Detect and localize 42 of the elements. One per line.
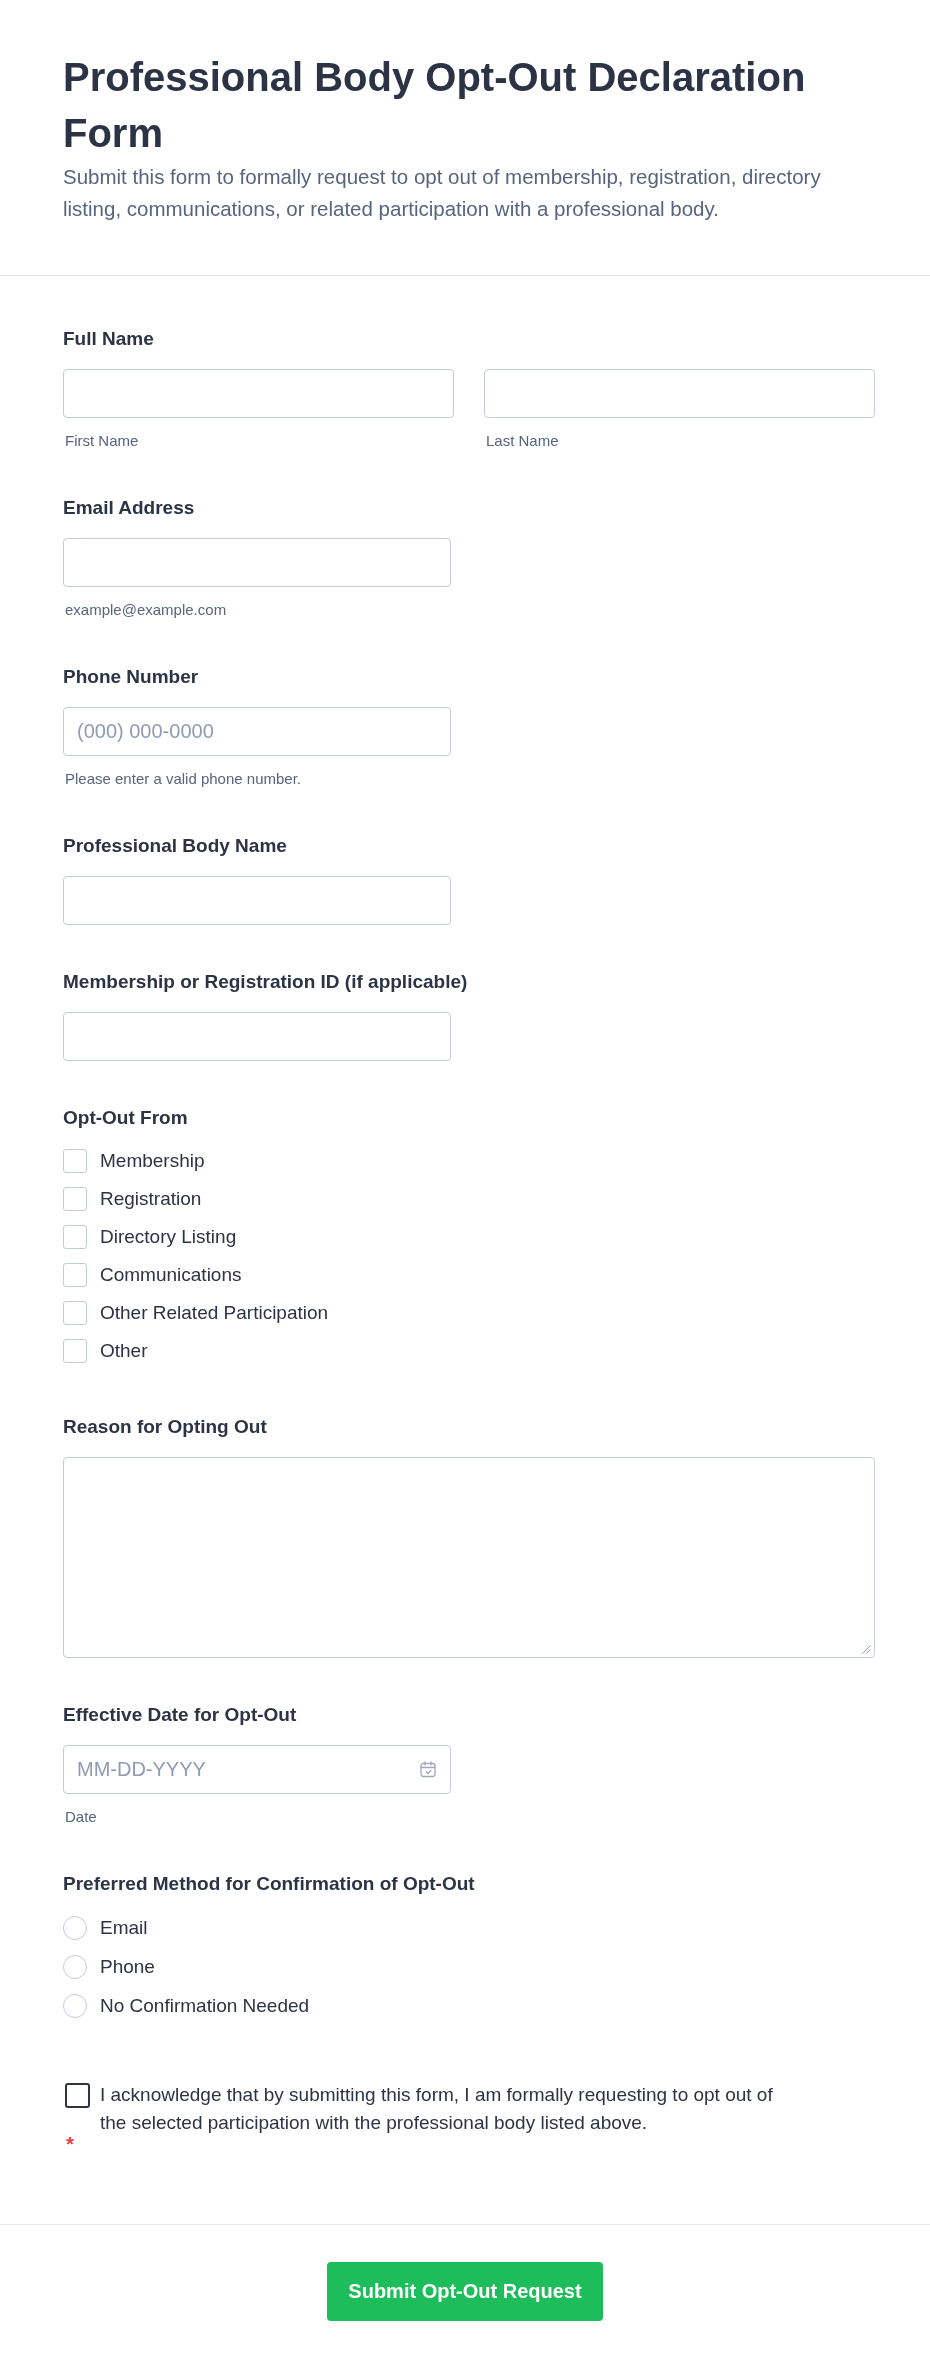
field-label: Effective Date for Opt-Out [63,1703,298,1727]
field-label: Membership or Registration ID (if applicable) [63,970,469,994]
text-input[interactable]: (000) 000-0000 [63,707,451,756]
option-label: Directory Listing [100,1225,237,1249]
field-label: Preferred Method for Confirmation of Opt-Out [63,1872,476,1896]
radio-button[interactable] [63,1993,87,2018]
text-input[interactable] [484,369,875,418]
option-label: Other Related Participation [100,1301,329,1325]
option-label: No Confirmation Needed [100,1993,310,2018]
field-hint: First Name [64,431,140,451]
field-label: Reason for Opting Out [63,1415,268,1439]
option-label: Membership [100,1149,205,1173]
calendar-icon[interactable] [420,1761,436,1778]
field-hint: Date [64,1807,98,1827]
field-label: Opt-Out From [63,1106,189,1130]
option-label: Communications [100,1263,242,1287]
text-input[interactable] [63,369,454,418]
field-hint: Please enter a valid phone number. [64,769,302,789]
resize-grip-icon[interactable] [862,1645,871,1654]
field-hint: example@example.com [64,600,228,620]
option-label: Email [100,1915,148,1940]
option-label: Other [100,1339,148,1363]
field-label: Email Address [63,496,196,520]
radio-button[interactable] [63,1915,87,1940]
text-area[interactable] [63,1457,875,1658]
radio-button[interactable] [63,1954,87,1979]
field-label: Full Name [63,327,155,351]
date-input[interactable]: MM-DD-YYYY [63,1745,451,1794]
text-input[interactable] [63,1012,451,1061]
form-title: Professional Body Opt-Out Declaration Form [63,54,807,157]
field-label: Professional Body Name [63,834,288,858]
field-label: Phone Number [63,665,200,689]
form-description: Submit this form to formally request to opt out of membership, registration, directory listing, communications, or related participation with a professional body. [63,164,822,222]
option-label: Phone [100,1954,155,1979]
required-asterisk: * [66,2137,74,2151]
field-hint: Last Name [485,431,560,451]
submit-button[interactable]: Submit Opt-Out Request [327,2262,603,2321]
acknowledgement-text: I acknowledge that by submitting this form, I am formally requesting to opt out of the selected participation with the professional body listed above. [100,2083,774,2135]
text-input[interactable] [63,538,451,587]
option-label: Registration [100,1187,202,1211]
text-input[interactable] [63,876,451,925]
checkbox[interactable] [65,2083,90,2108]
